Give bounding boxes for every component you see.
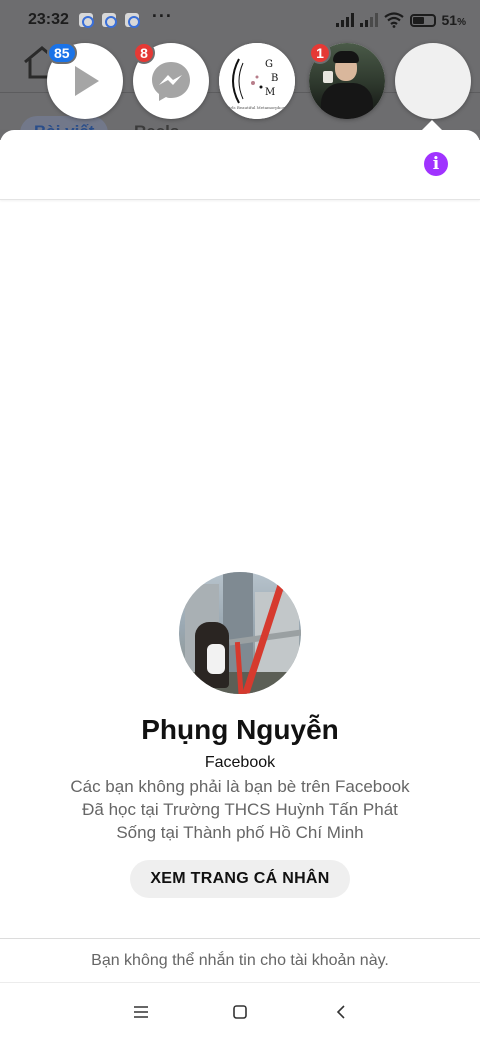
profile-not-friends: Các bạn không phải là bạn bè trên Facebo… bbox=[70, 777, 410, 796]
chat-head-gbm-page[interactable]: G B M Girls Beautiful Metamorphosis bbox=[219, 43, 295, 119]
gbm-letter-b: B bbox=[271, 73, 278, 84]
chat-head-badge: 85 bbox=[47, 42, 77, 64]
chat-head-badge: 1 bbox=[309, 42, 331, 64]
info-icon[interactable]: i bbox=[424, 152, 448, 176]
battery-percent: 51% bbox=[441, 12, 466, 28]
more-notifications-icon: ··· bbox=[151, 5, 173, 26]
status-bar: 23:32 ··· 51% bbox=[0, 0, 480, 40]
profile-lives-in: Sống tại Thành phố Hồ Chí Minh bbox=[116, 823, 364, 842]
notification-messenger-icon bbox=[124, 13, 140, 28]
profile-name: Phụng Nguyễn bbox=[141, 714, 339, 745]
profile-studied-at: Đã học tại Trường THCS Huỳnh Tấn Phát bbox=[82, 800, 398, 819]
battery-icon bbox=[409, 13, 436, 27]
selected-head-pointer bbox=[422, 120, 442, 130]
wifi-icon bbox=[383, 12, 404, 28]
messenger-icon bbox=[152, 62, 190, 101]
status-time: 23:32 bbox=[28, 11, 69, 28]
play-icon bbox=[75, 66, 99, 96]
profile-source: Facebook bbox=[204, 754, 276, 771]
view-profile-button[interactable]: XEM TRANG CÁ NHÂN bbox=[130, 860, 350, 898]
chat-header: i bbox=[0, 130, 480, 200]
chat-head-selected-blank[interactable] bbox=[395, 43, 471, 119]
chat-heads-bar: 85 8 G B M Girls Beautiful Metamorphosis bbox=[0, 40, 480, 124]
notification-app-icon bbox=[101, 13, 117, 28]
profile-card: Phụng Nguyễn Facebook Các bạn không phải… bbox=[0, 572, 480, 898]
profile-avatar[interactable] bbox=[179, 572, 301, 694]
cannot-message-notice: Bạn không thể nhắn tin cho tài khoản này… bbox=[0, 938, 480, 982]
gbm-letter-m: M bbox=[265, 87, 275, 98]
gbm-letter-g: G bbox=[265, 59, 273, 70]
chat-head-badge: 8 bbox=[133, 42, 155, 64]
cellular-signal-2-icon bbox=[359, 13, 378, 27]
home-button-icon[interactable] bbox=[228, 1001, 252, 1023]
gbm-logo: G B M Girls Beautiful Metamorphosis bbox=[219, 43, 295, 119]
chat-sheet: i Phụng Nguyễn Facebook Các bạn không ph… bbox=[0, 130, 480, 982]
menu-icon[interactable] bbox=[129, 1001, 153, 1023]
cellular-signal-icon bbox=[335, 13, 354, 27]
notification-app-icon bbox=[78, 13, 94, 28]
system-nav-bar bbox=[0, 982, 480, 1040]
gbm-caption: Girls Beautiful Metamorphosis bbox=[226, 105, 288, 110]
back-icon[interactable] bbox=[329, 1001, 353, 1023]
